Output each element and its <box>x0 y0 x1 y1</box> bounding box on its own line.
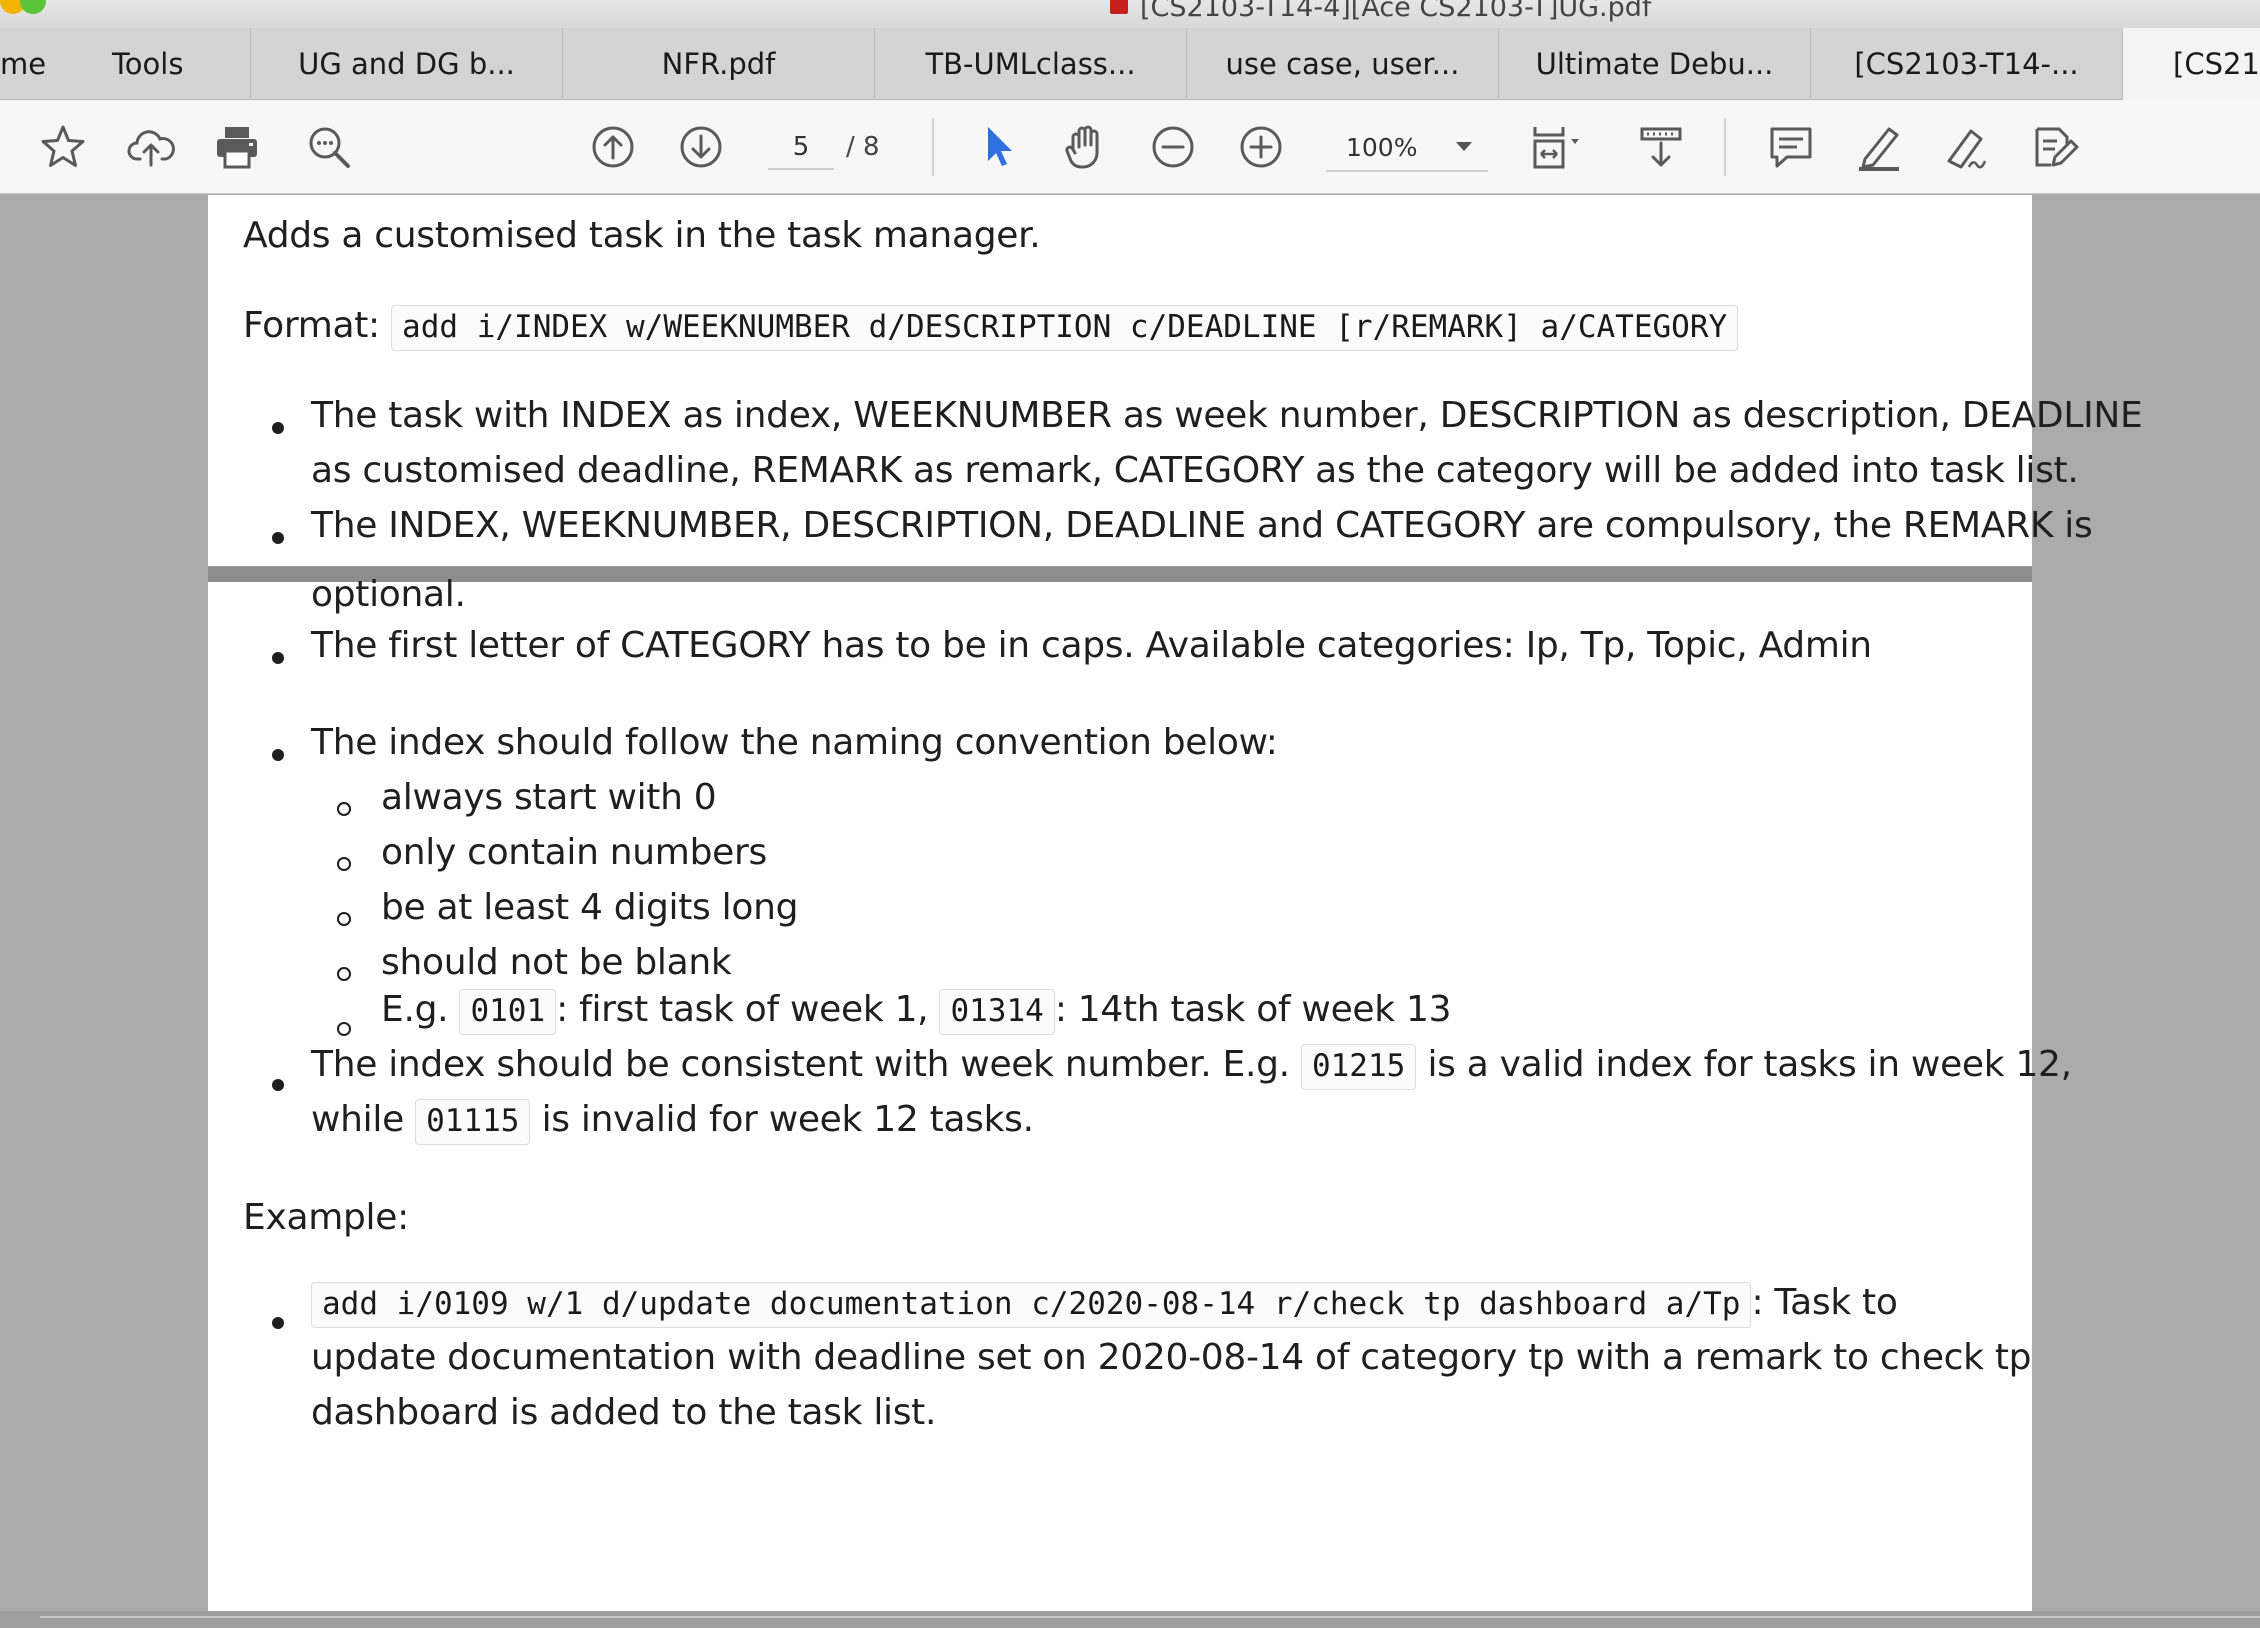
eg-middle-text: : first task of week 1, <box>556 989 929 1030</box>
tab-label: [CS2103-T14-... <box>1854 47 2079 81</box>
page-separator <box>208 567 2032 582</box>
cloud-upload-icon[interactable] <box>122 118 180 176</box>
tab-cs2103-t14[interactable]: [CS2103-T14-... <box>1810 28 2122 100</box>
window-zoom-button[interactable] <box>20 0 46 14</box>
zoom-out-icon[interactable] <box>1144 118 1202 176</box>
bullet-5-line-2-prefix: while <box>311 1099 404 1140</box>
sub-bullet-5: E.g. 0101: first task of week 1, 01314: … <box>381 989 1451 1035</box>
tab-nfr-pdf[interactable]: NFR.pdf <box>562 28 874 100</box>
page-number-input[interactable] <box>768 126 834 170</box>
tab-label: Ultimate Debu... <box>1535 47 1774 81</box>
pdf-toolbar: / 8 100% <box>0 100 2260 194</box>
tab-label: me <box>0 47 47 81</box>
sign-icon[interactable] <box>1938 118 1996 176</box>
page-down-icon[interactable] <box>672 118 730 176</box>
bullet-1-line-2: as customised deadline, REMARK as remark… <box>311 450 2079 491</box>
eg-prefix: E.g. <box>381 989 449 1030</box>
search-zoom-icon[interactable] <box>300 118 358 176</box>
pdf-page-4: Adds a customised task in the task manag… <box>208 195 2143 567</box>
bullet-dot <box>272 532 284 544</box>
bullet-dot <box>272 652 284 664</box>
tab-label: UG and DG b... <box>298 47 515 81</box>
tab-cs210-active[interactable]: [CS210 <box>2122 28 2260 100</box>
window-title-bar: [CS2103-T14-4][Ace CS2103-T]UG.pdf <box>0 0 2260 28</box>
pdf-page-5: optional. The first letter of CATEGORY h… <box>208 574 2072 1628</box>
format-code: add i/INDEX w/WEEKNUMBER d/DESCRIPTION c… <box>391 305 1739 351</box>
zoom-value: 100% <box>1346 132 1418 162</box>
example-heading: Example: <box>243 1197 409 1238</box>
format-label: Format: <box>243 305 380 346</box>
scroll-mode-icon[interactable] <box>1632 118 1690 176</box>
sub-bullet-4: should not be blank <box>381 942 732 983</box>
index-code-01215: 01215 <box>1300 1044 1417 1090</box>
comment-icon[interactable] <box>1762 118 1820 176</box>
tab-tb-umlclass[interactable]: TB-UMLclass... <box>874 28 1186 100</box>
chevron-down-icon <box>1456 142 1472 151</box>
index-code-01115: 01115 <box>415 1099 531 1145</box>
highlight-icon[interactable] <box>1850 118 1908 176</box>
eg-code-01314: 01314 <box>939 989 1055 1035</box>
example-line-2: update documentation with deadline set o… <box>311 1337 2032 1378</box>
tab-use-case[interactable]: use case, user... <box>1186 28 1498 100</box>
horizontal-scrollbar-thumb[interactable] <box>40 1616 2260 1618</box>
bullet-dot <box>272 422 284 434</box>
edit-pdf-icon[interactable] <box>2026 118 2084 176</box>
sub-bullet-3: be at least 4 digits long <box>381 887 799 928</box>
select-arrow-icon[interactable] <box>968 118 1026 176</box>
format-line: Format: add i/INDEX w/WEEKNUMBER d/DESCR… <box>243 305 1739 351</box>
page-up-icon[interactable] <box>584 118 642 176</box>
sub-bullet-circle <box>337 912 351 926</box>
sub-bullet-2: only contain numbers <box>381 832 767 873</box>
intro-text: Adds a customised task in the task manag… <box>243 215 1041 256</box>
bullet-dot <box>272 749 284 761</box>
toolbar-divider <box>1724 118 1726 176</box>
sub-bullet-circle <box>337 857 351 871</box>
example-line-3: dashboard is added to the task list. <box>311 1392 937 1433</box>
pdf-file-icon <box>1110 0 1128 14</box>
star-icon[interactable] <box>34 118 92 176</box>
example-line-1: add i/0109 w/1 d/update documentation c/… <box>311 1282 1898 1328</box>
tab-tools[interactable]: Tools <box>95 28 250 100</box>
page-total: / 8 <box>846 132 880 162</box>
bullet-5-line-2: while 01115 is invalid for week 12 tasks… <box>311 1099 1034 1145</box>
eg-suffix-text: : 14th task of week 13 <box>1054 989 1452 1030</box>
print-icon[interactable] <box>208 118 266 176</box>
bullet-5-suffix: is a valid index for tasks in week 12, <box>1427 1044 2072 1085</box>
bullet-5-prefix: The index should be consistent with week… <box>311 1044 1290 1085</box>
example-suffix: : Task to <box>1751 1282 1898 1323</box>
tab-label: use case, user... <box>1225 47 1460 81</box>
bullet-2-line-1: The INDEX, WEEKNUMBER, DESCRIPTION, DEAD… <box>311 505 2093 546</box>
bullet-dot <box>272 1317 284 1329</box>
bullet-dot <box>272 1079 284 1091</box>
zoom-in-icon[interactable] <box>1232 118 1290 176</box>
sub-bullet-circle <box>337 802 351 816</box>
hand-icon[interactable] <box>1056 118 1114 176</box>
sub-bullet-circle <box>337 967 351 981</box>
horizontal-scrollbar-track[interactable] <box>0 1611 2260 1628</box>
bullet-1-line-1: The task with INDEX as index, WEEKNUMBER… <box>311 395 2143 436</box>
toolbar-divider <box>932 118 934 176</box>
example-code: add i/0109 w/1 d/update documentation c/… <box>311 1282 1752 1328</box>
sub-bullet-1: always start with 0 <box>381 777 717 818</box>
bullet-5-line-1: The index should be consistent with week… <box>311 1044 2072 1090</box>
sub-bullet-circle <box>337 1022 351 1036</box>
bullet-5-line-2-suffix: is invalid for week 12 tasks. <box>541 1099 1035 1140</box>
tab-home[interactable]: me <box>0 28 95 100</box>
bullet-4: The index should follow the naming conve… <box>311 722 1278 763</box>
bullet-3: The first letter of CATEGORY has to be i… <box>311 625 1872 666</box>
tab-label: Tools <box>112 47 184 81</box>
tab-ug-and-dg[interactable]: UG and DG b... <box>250 28 562 100</box>
fit-page-icon[interactable] <box>1522 118 1592 176</box>
tab-ultimate-debu[interactable]: Ultimate Debu... <box>1498 28 1810 100</box>
tab-bar: me Tools UG and DG b... NFR.pdf TB-UMLcl… <box>0 28 2260 100</box>
tab-label: [CS210 <box>2173 47 2260 81</box>
tab-label: NFR.pdf <box>661 47 776 81</box>
document-viewport[interactable]: Adds a customised task in the task manag… <box>0 195 2260 1628</box>
tab-label: TB-UMLclass... <box>925 47 1136 81</box>
window-title: [CS2103-T14-4][Ace CS2103-T]UG.pdf <box>1140 0 1652 23</box>
bullet-2-line-2: optional. <box>311 574 466 615</box>
eg-code-0101: 0101 <box>459 989 557 1035</box>
zoom-level-select[interactable]: 100% <box>1326 124 1488 172</box>
